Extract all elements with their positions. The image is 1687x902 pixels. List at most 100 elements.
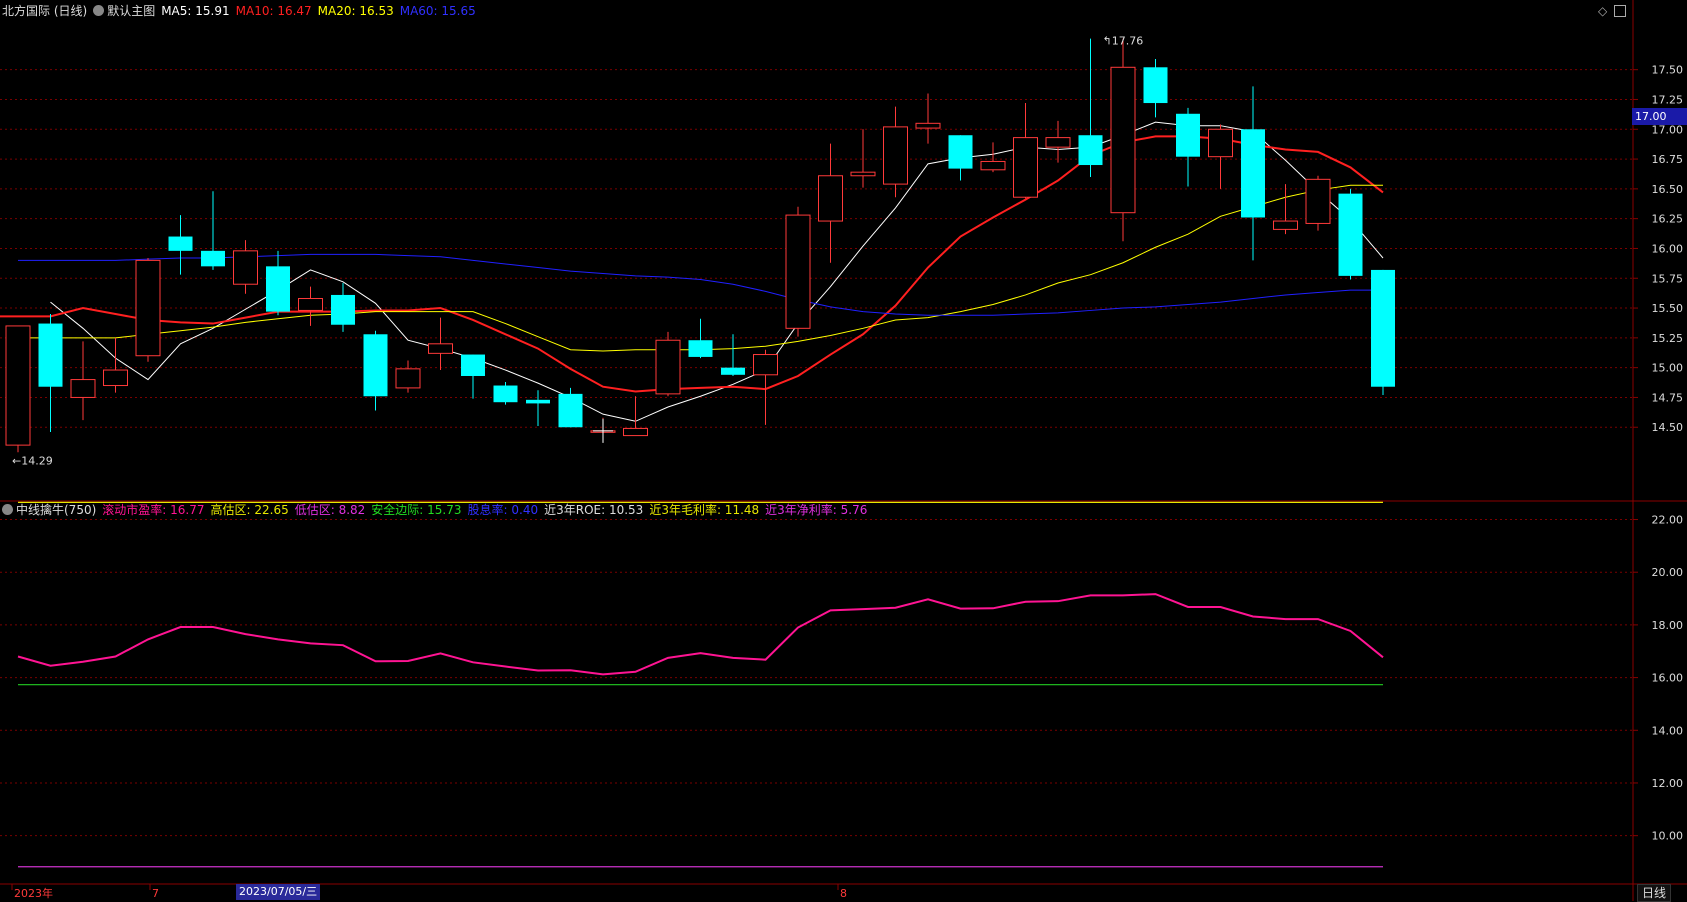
candle-body (623, 427, 648, 437)
roe-label: 近3年ROE: 10.53 (544, 503, 644, 517)
candle (168, 215, 193, 275)
candle-body (883, 126, 908, 185)
indicator-header: 中线擒牛(750) 滚动市盈率: 16.77 高估区: 22.65 低估区: 8… (2, 500, 873, 520)
stock-title[interactable]: 北方国际 (日线) (2, 1, 87, 21)
ma5-label: MA5: 15.91 (161, 4, 230, 18)
candle-body (688, 340, 713, 357)
candle (38, 314, 63, 433)
candle-body (233, 250, 258, 285)
candle-body (785, 214, 811, 329)
price-tick-label: 15.00 (1652, 362, 1684, 375)
candle (948, 135, 973, 181)
candle (850, 129, 876, 188)
candle (1110, 38, 1136, 242)
gross-margin-label: 近3年毛利率: 11.48 (649, 503, 760, 517)
candle (818, 143, 843, 263)
high-zone-label: 高估区: 22.65 (210, 503, 289, 517)
net-margin-label: 近3年净利率: 5.76 (765, 503, 868, 517)
candle (883, 106, 908, 198)
pe-ratio-line (17, 593, 1384, 676)
cursor-date-label: 2023/07/05/三 (236, 884, 321, 900)
candle-body (461, 354, 485, 376)
candle-body (135, 259, 161, 357)
price-tick-label: 16.50 (1652, 183, 1684, 196)
candle-body (298, 298, 323, 311)
candle-body (1110, 66, 1136, 214)
candle (623, 396, 648, 437)
candle-body (526, 399, 550, 404)
current-price-tag: 17.00 (1632, 108, 1687, 125)
candle (915, 93, 941, 144)
candle-body (655, 339, 681, 395)
candle (5, 325, 31, 453)
candle (655, 331, 681, 397)
template-label[interactable]: 默认主图 (107, 1, 155, 21)
candle-body (1273, 220, 1298, 230)
indicator-tick-label: 18.00 (1652, 619, 1684, 632)
candle (753, 349, 778, 425)
candle-body (1143, 67, 1168, 104)
x-label-year: 2023年 (14, 886, 53, 900)
indicator-tick-label: 16.00 (1652, 672, 1684, 685)
safe-margin-label: 安全边际: 15.73 (371, 503, 462, 517)
indicator-tick-label: 22.00 (1652, 514, 1684, 527)
candle (688, 318, 713, 359)
candle (70, 341, 96, 421)
period-selector[interactable]: 日线 (1637, 884, 1672, 902)
candle (1078, 38, 1103, 177)
candle-body (103, 369, 128, 387)
indicator-tick-label: 10.00 (1652, 830, 1684, 843)
pe-label: 滚动市盈率: 16.77 (102, 503, 205, 517)
candle (721, 334, 745, 376)
candle (1208, 124, 1233, 189)
candle (1013, 103, 1038, 199)
x-label-aug: 8 (840, 887, 847, 900)
price-tick-label: 15.25 (1652, 332, 1684, 345)
indicator-circle-icon[interactable] (2, 504, 13, 515)
candle (428, 317, 453, 371)
maximize-icon[interactable] (1614, 5, 1626, 17)
dividend-label: 股息率: 0.40 (467, 503, 539, 517)
price-tick-label: 15.75 (1652, 272, 1684, 285)
low-zone-label: 低估区: 8.82 (294, 503, 366, 517)
candle-body (266, 266, 290, 312)
x-label-july: 7 (152, 887, 159, 900)
price-tick-label: 17.00 (1652, 123, 1684, 136)
ma10-label: MA10: 16.47 (235, 4, 312, 18)
price-tick-label: 15.50 (1652, 302, 1684, 315)
indicator-tick-label: 12.00 (1652, 777, 1684, 790)
diamond-icon[interactable]: ◇ (1598, 4, 1607, 18)
candle-body (331, 294, 355, 325)
candle-body (38, 323, 63, 387)
ma20-label: MA20: 16.53 (317, 4, 394, 18)
candle (363, 330, 388, 411)
chart-canvas[interactable]: 17.50 17.25 17.00 16.75 16.50 16.25 16.00 15.75… (0, 0, 1687, 901)
template-circle-icon[interactable] (93, 5, 105, 16)
candle (1241, 86, 1265, 261)
candle (266, 250, 290, 316)
price-tick-label: 16.25 (1652, 213, 1684, 226)
candle-body (915, 122, 941, 129)
main-chart-header: 北方国际 (日线) 默认主图 MA5: 15.91 MA10: 16.47 MA… (2, 1, 482, 21)
candle-body (558, 393, 583, 428)
candle (493, 381, 518, 405)
candle (201, 191, 225, 270)
candle-body (721, 367, 745, 375)
candle-body (1208, 128, 1233, 158)
high-price-annotation: ↰17.76 (1103, 35, 1144, 48)
indicator-tick-label: 14.00 (1652, 724, 1684, 737)
price-tick-label: 17.50 (1652, 64, 1684, 77)
indicator-title[interactable]: 中线擒牛(750) (16, 500, 96, 520)
candle-body (1045, 137, 1071, 148)
candle-body (5, 325, 31, 446)
candle-body (395, 368, 421, 389)
candle (331, 283, 355, 332)
candle-body (1078, 135, 1103, 166)
candle-body (980, 160, 1006, 171)
candle-body (850, 171, 876, 177)
candle-body (1176, 113, 1200, 157)
candle (298, 286, 323, 326)
candle-body (1305, 178, 1331, 224)
candle (135, 257, 161, 362)
candle-body (1371, 269, 1395, 387)
